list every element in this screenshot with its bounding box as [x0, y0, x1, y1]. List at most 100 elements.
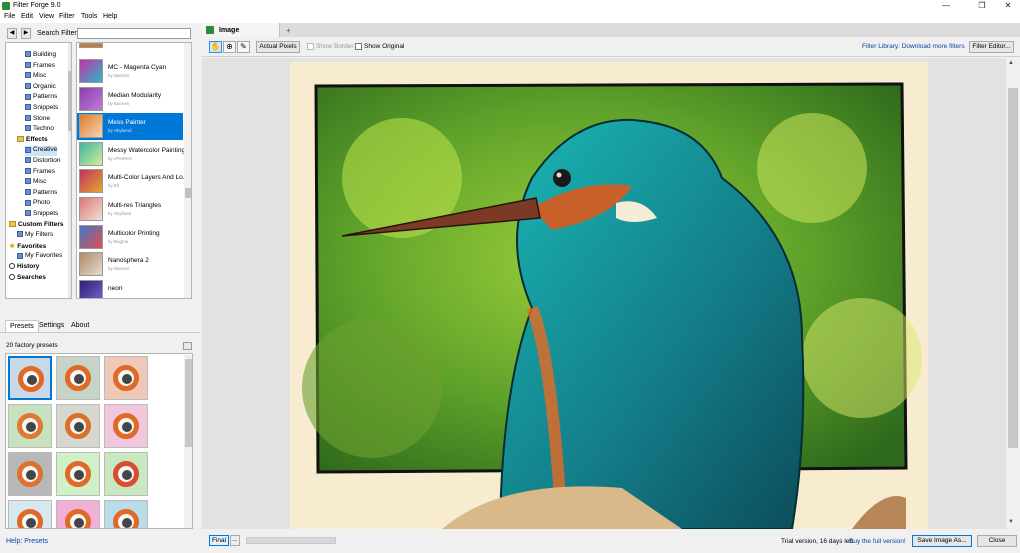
tree-item[interactable]: History: [9, 263, 39, 273]
close-window-button[interactable]: ✕: [997, 0, 1019, 12]
preset-tile[interactable]: [8, 500, 52, 528]
preset-preview-center: [26, 422, 36, 432]
filter-list-item[interactable]: Nanosphera 2 by Bannier: [77, 251, 183, 278]
filter-thumbnail: [79, 169, 103, 194]
presets-options-button[interactable]: [183, 342, 192, 350]
back-button[interactable]: ◀: [7, 28, 17, 39]
preset-tile[interactable]: [104, 452, 148, 496]
show-original-checkbox[interactable]: [355, 43, 362, 50]
filter-name: neon: [108, 284, 123, 292]
tree-item[interactable]: Snippets: [25, 210, 58, 220]
close-button[interactable]: Close: [977, 535, 1017, 547]
buy-full-version-link[interactable]: Buy the full version!: [849, 538, 906, 545]
add-tab-button[interactable]: +: [286, 26, 291, 35]
tree-item[interactable]: Distortion: [25, 157, 60, 167]
menu-edit[interactable]: Edit: [21, 13, 33, 20]
tree-item[interactable]: Creative: [25, 146, 58, 157]
forward-button[interactable]: ▶: [21, 28, 31, 39]
folder-icon: [25, 178, 31, 185]
tree-scroll-thumb[interactable]: [68, 71, 71, 131]
tree-item[interactable]: Patterns: [25, 93, 57, 103]
preset-tile[interactable]: [56, 452, 100, 496]
menu-help[interactable]: Help: [103, 13, 117, 20]
tab-presets[interactable]: Presets: [5, 320, 39, 332]
preset-tile[interactable]: [104, 500, 148, 528]
tree-item[interactable]: Photo: [25, 199, 50, 209]
tree-item[interactable]: My Filters: [17, 231, 53, 241]
tree-item[interactable]: ★ Favorites: [9, 242, 46, 252]
filter-thumbnail: [79, 279, 103, 298]
filter-list-item[interactable]: Multicolor Printing by Bugme: [77, 224, 183, 251]
filter-list-item[interactable]: Multi-Color Layers And Lo... by Ell: [77, 168, 188, 195]
menu-tools[interactable]: Tools: [81, 13, 97, 20]
preset-tile[interactable]: [8, 452, 52, 496]
maximize-button[interactable]: ❐: [971, 0, 993, 12]
filter-list-item[interactable]: Median Modularity by Bannier: [77, 86, 183, 113]
filter-list-scrollbar[interactable]: [184, 43, 191, 298]
menu-view[interactable]: View: [39, 13, 54, 20]
image-canvas[interactable]: [202, 58, 1006, 529]
preset-tile[interactable]: [56, 356, 100, 400]
filter-list-scroll-thumb[interactable]: [185, 188, 191, 198]
scroll-down-icon[interactable]: ▼: [1008, 519, 1014, 525]
tab-about[interactable]: About: [67, 320, 93, 332]
help-link[interactable]: Help: Presets: [6, 538, 48, 545]
filter-list-item[interactable]: Multi-res Triangles by Skybase: [77, 196, 183, 223]
zoom-tool-icon[interactable]: ⊕: [223, 41, 236, 53]
tree-item[interactable]: Techno: [25, 125, 54, 135]
tree-item[interactable]: Stone: [25, 115, 50, 125]
actual-pixels-button[interactable]: Actual Pixels: [256, 41, 300, 53]
filter-list-item[interactable]: neon: [77, 279, 183, 298]
canvas-scroll-thumb[interactable]: [1008, 88, 1018, 448]
preset-tile[interactable]: [104, 356, 148, 400]
tree-item[interactable]: Snippets: [25, 104, 58, 114]
eyedropper-tool-icon[interactable]: ✎: [237, 41, 250, 53]
show-border-label: Show Border: [316, 43, 354, 50]
tree-item-label: Searches: [17, 273, 46, 281]
filter-author: by Ell: [108, 183, 120, 189]
menu-filter[interactable]: Filter: [59, 13, 75, 20]
tree-item-label: Patterns: [33, 93, 58, 101]
filter-author: by Bannier: [108, 73, 130, 78]
filter-list-item[interactable]: MC - Magenta Cyan by Bannier: [77, 58, 183, 85]
image-tab-label: Image: [219, 27, 240, 34]
filter-list-item[interactable]: Messy Watercolor Painting by cPeeters: [77, 141, 186, 168]
tree-item[interactable]: Building: [25, 51, 56, 61]
filter-name: Messy Watercolor Painting: [108, 146, 186, 154]
filter-library-link[interactable]: Filter Library: Download more filters: [862, 43, 965, 50]
preset-preview-center: [74, 422, 84, 432]
tree-item[interactable]: Effects: [17, 136, 48, 146]
minimize-button[interactable]: —: [935, 0, 957, 12]
search-input[interactable]: [77, 28, 191, 39]
preset-tile[interactable]: [56, 500, 100, 528]
tree-item[interactable]: Frames: [25, 168, 55, 178]
menu-file[interactable]: File: [4, 13, 15, 20]
tree-item[interactable]: Custom Filters: [9, 221, 64, 231]
final-button[interactable]: Final: [209, 535, 229, 546]
save-image-button[interactable]: Save Image As...: [912, 535, 972, 547]
tree-item[interactable]: Frames: [25, 62, 55, 72]
render-options-button[interactable]: ...: [230, 535, 240, 546]
preset-tile[interactable]: [104, 404, 148, 448]
preset-tile[interactable]: [8, 356, 52, 400]
scroll-up-icon[interactable]: ▲: [1008, 60, 1014, 66]
filter-list-item[interactable]: Mess Painter by Skybend: [77, 113, 183, 141]
tree-item[interactable]: Searches: [9, 274, 46, 284]
show-border-checkbox[interactable]: [307, 43, 314, 50]
filter-thumbnail: [79, 59, 103, 83]
image-tab-icon: [206, 26, 214, 34]
presets-scroll-thumb[interactable]: [185, 359, 192, 447]
tab-settings[interactable]: Settings: [35, 320, 68, 332]
tree-item[interactable]: Misc: [25, 178, 46, 188]
folder-icon: [17, 252, 23, 259]
filter-editor-button[interactable]: Filter Editor...: [969, 41, 1014, 53]
preset-tile[interactable]: [8, 404, 52, 448]
preset-tile[interactable]: [56, 404, 100, 448]
tree-item[interactable]: Misc: [25, 72, 46, 82]
show-original-label: Show Original: [364, 43, 405, 50]
hand-tool-icon[interactable]: ✋: [209, 41, 222, 53]
tree-item-label: My Filters: [25, 231, 54, 239]
tree-item[interactable]: Patterns: [25, 189, 57, 199]
tree-item[interactable]: My Favorites: [17, 252, 62, 262]
tree-item[interactable]: Organic: [25, 83, 56, 93]
